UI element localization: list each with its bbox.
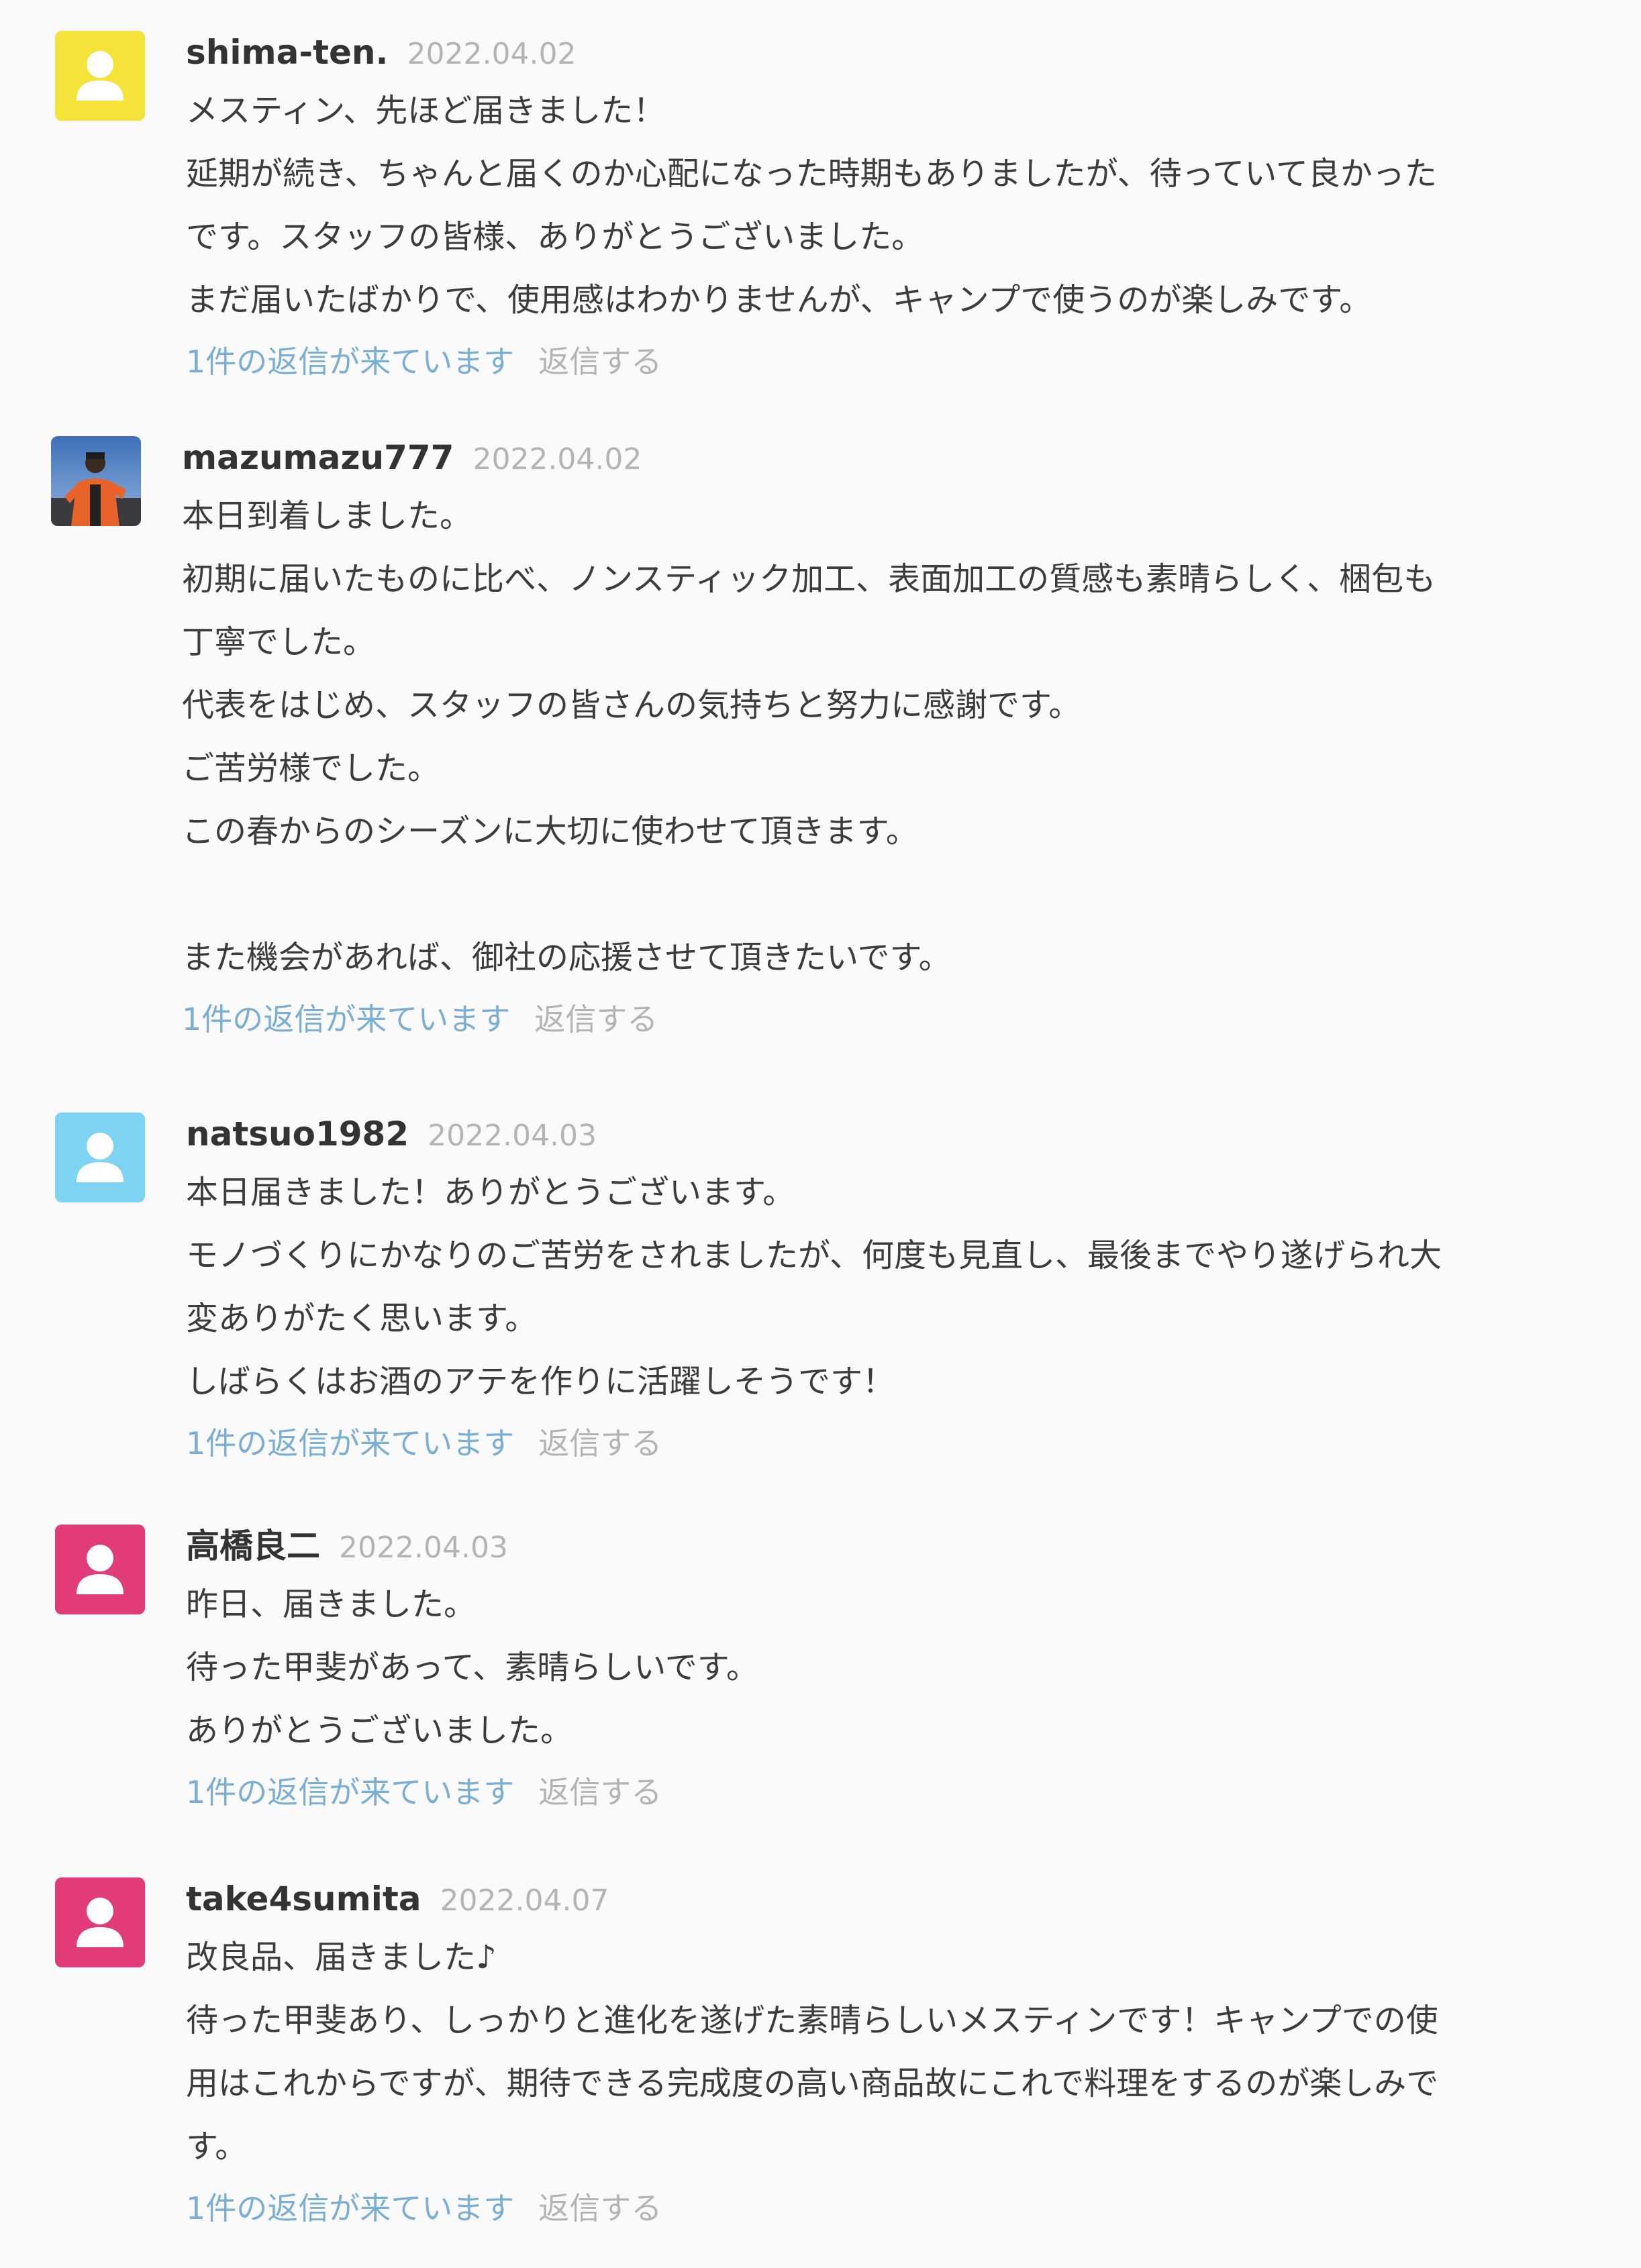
comment-line: です。スタッフの皆様、ありがとうございました。: [186, 218, 924, 256]
comment-line: 改良品、届きました♪: [186, 1939, 497, 1976]
comment-meta: take4sumita 2022.04.07: [186, 1872, 1582, 1926]
comment-line: 代表をはじめ、スタッフの皆さんの気持ちと努力に感謝です。: [182, 686, 1081, 724]
view-replies-link[interactable]: 1件の返信が来ています: [186, 344, 514, 380]
comment-text: 改良品、届きました♪ 待った甲斐あり、しっかりと進化を遂げた素晴らしいメスティン…: [186, 1926, 1582, 2178]
view-replies-link[interactable]: 1件の返信が来ています: [186, 2190, 514, 2226]
username[interactable]: natsuo1982: [186, 1115, 409, 1153]
comment-actions: 1件の返信が来ています 返信する: [186, 331, 1582, 392]
view-replies-link[interactable]: 1件の返信が来ています: [186, 1774, 514, 1810]
comment-actions: 1件の返信が来ています 返信する: [186, 1413, 1582, 1474]
comment-line: しばらくはお酒のアテを作りに活躍しそうです！: [186, 1363, 895, 1400]
username[interactable]: take4sumita: [186, 1879, 421, 1918]
comment-line: す。: [186, 2128, 248, 2165]
view-replies-link[interactable]: 1件の返信が来ています: [182, 1001, 510, 1037]
comment-text: メスティン、先ほど届きました！ 延期が続き、ちゃんと届くのか心配になった時期もあ…: [186, 79, 1582, 331]
comment-actions: 1件の返信が来ています 返信する: [186, 2178, 1582, 2238]
reply-button[interactable]: 返信する: [538, 2190, 662, 2226]
comment-line: 本日届きました！ありがとうございます。: [186, 1174, 795, 1211]
comment-line: 待った甲斐あり、しっかりと進化を遂げた素晴らしいメスティンです！キャンプでの使: [186, 2002, 1438, 2039]
comment-line: 昨日、届きました。: [186, 1586, 477, 1623]
comment-text: 本日到着しました。 初期に届いたものに比べ、ノンスティック加工、表面加工の質感も…: [182, 484, 1578, 989]
comment-date: 2022.04.07: [440, 1884, 609, 1918]
comment-actions: 1件の返信が来ています 返信する: [182, 989, 1578, 1049]
comment-date: 2022.04.03: [428, 1119, 597, 1153]
user-avatar-icon[interactable]: [55, 31, 145, 121]
comment-line: ありがとうございました。: [186, 1712, 573, 1749]
comment-line: 待った甲斐があって、素晴らしいです。: [186, 1649, 758, 1686]
comment-line: この春からのシーズンに大切に使わせて頂きます。: [182, 813, 918, 850]
comment-line: [182, 863, 1578, 926]
comment-line: 本日到着しました。: [182, 497, 473, 535]
comment-line: モノづくりにかなりのご苦労をされましたが、何度も見直し、最後までやり遂げられ大: [186, 1237, 1442, 1274]
view-replies-link[interactable]: 1件の返信が来ています: [186, 1425, 514, 1461]
comment-meta: mazumazu777 2022.04.02: [182, 431, 1578, 484]
comment-actions: 1件の返信が来ています 返信する: [186, 1762, 1582, 1822]
reply-button[interactable]: 返信する: [534, 1001, 658, 1037]
comment-line: まだ届いたばかりで、使用感はわかりませんが、キャンプで使うのが楽しみです。: [186, 281, 1372, 319]
comment-line: メスティン、先ほど届きました！: [186, 92, 666, 130]
comment-meta: 高橋良二 2022.04.03: [186, 1519, 1582, 1573]
username[interactable]: shima-ten.: [186, 33, 389, 72]
reply-button[interactable]: 返信する: [538, 1425, 662, 1461]
comment-meta: natsuo1982 2022.04.03: [186, 1107, 1582, 1161]
comment-meta: shima-ten. 2022.04.02: [186, 25, 1582, 79]
comment-date: 2022.04.02: [473, 442, 642, 476]
comment-date: 2022.04.02: [407, 37, 577, 71]
user-avatar-photo[interactable]: [51, 436, 141, 526]
comment-text: 本日届きました！ありがとうございます。 モノづくりにかなりのご苦労をされましたが…: [186, 1161, 1582, 1413]
reply-button[interactable]: 返信する: [538, 1774, 662, 1810]
comment-line: 用はこれからですが、期待できる完成度の高い商品故にこれで料理をするのが楽しみで: [186, 2065, 1439, 2102]
username[interactable]: 高橋良二: [186, 1527, 320, 1565]
comment-list: shima-ten. 2022.04.02 メスティン、先ほど届きました！ 延期が…: [0, 0, 1641, 2268]
user-avatar-icon[interactable]: [55, 1113, 145, 1202]
comment-line: 丁寧でした。: [182, 623, 376, 661]
comment-line: 変ありがたく思います。: [186, 1300, 538, 1337]
user-avatar-icon[interactable]: [55, 1877, 145, 1967]
comment-date: 2022.04.03: [339, 1531, 508, 1565]
comment-line: また機会があれば、御社の応援させて頂きたいです。: [182, 939, 951, 976]
comment-line: 延期が続き、ちゃんと届くのか心配になった時期もありましたが、待っていて良かった: [186, 155, 1437, 193]
comment-line: ご苦労様でした。: [182, 750, 440, 787]
comment-text: 昨日、届きました。 待った甲斐があって、素晴らしいです。 ありがとうございました…: [186, 1573, 1582, 1762]
comment-line: 初期に届いたものに比べ、ノンスティック加工、表面加工の質感も素晴らしく、梱包も: [182, 560, 1436, 598]
reply-button[interactable]: 返信する: [538, 344, 662, 380]
user-avatar-icon[interactable]: [55, 1525, 145, 1614]
username[interactable]: mazumazu777: [182, 438, 454, 477]
